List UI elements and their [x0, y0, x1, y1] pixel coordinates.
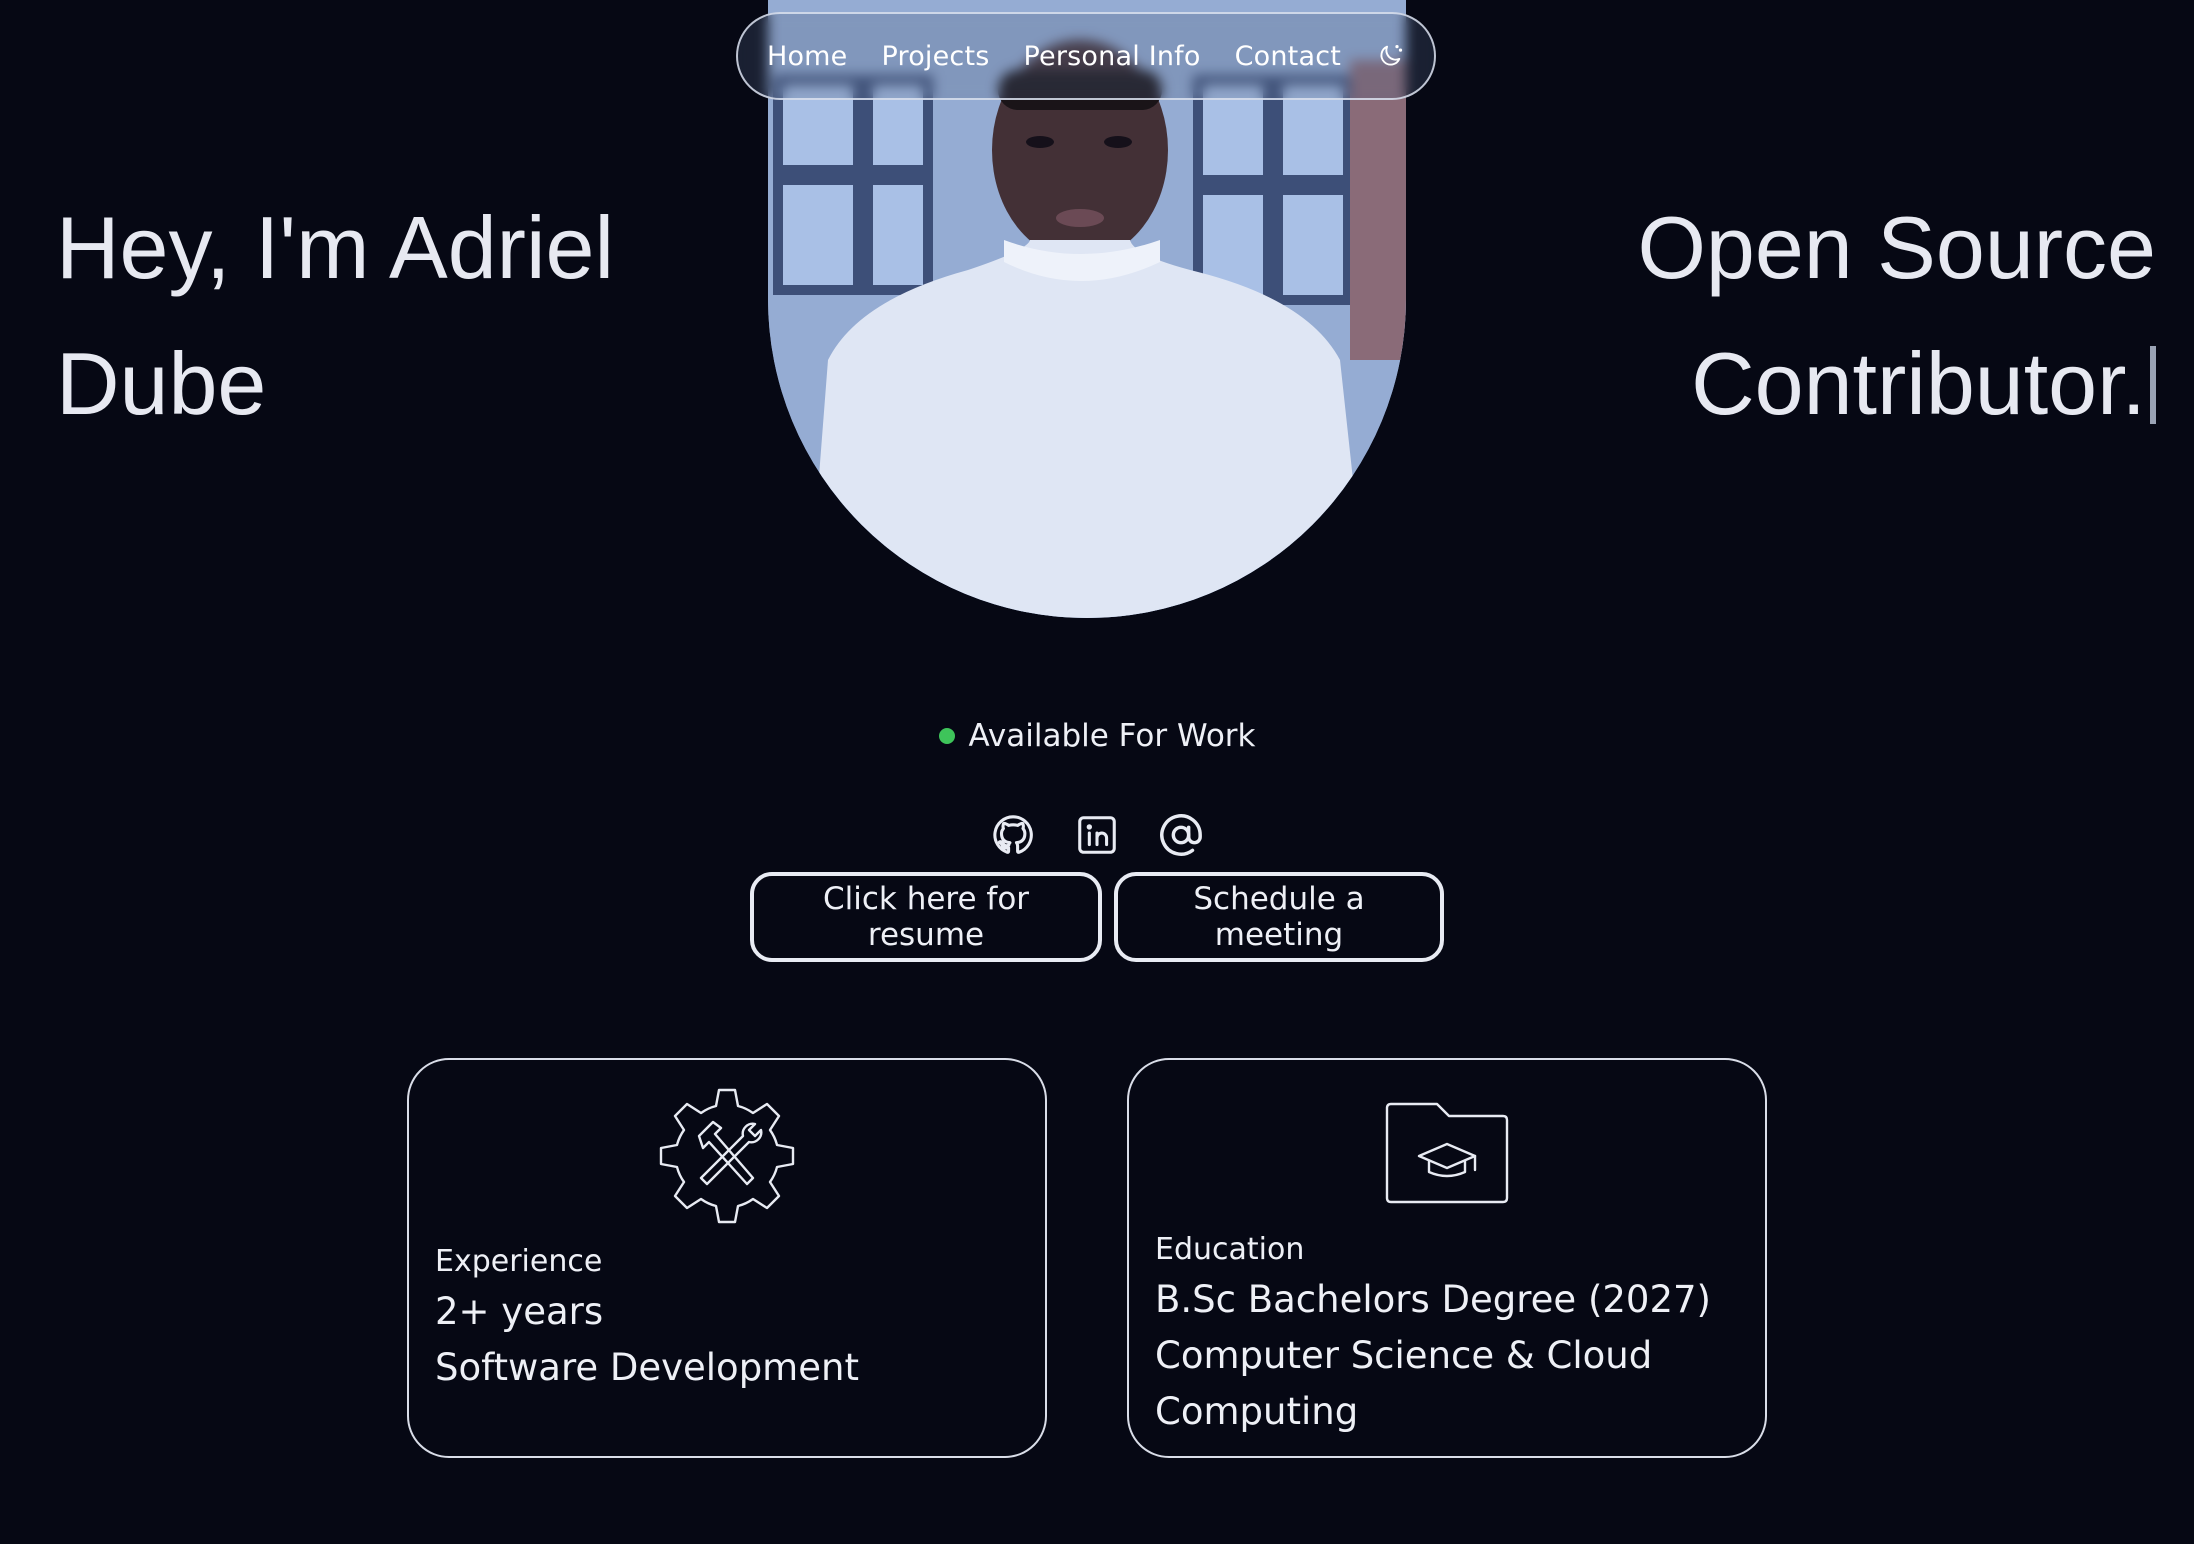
portfolio-page: Home Projects Personal Info Contact Hey,… — [0, 0, 2194, 1544]
graduation-folder-icon — [1383, 1100, 1511, 1206]
experience-label: Experience — [435, 1244, 603, 1279]
nav-home-link[interactable]: Home — [767, 41, 848, 72]
hero-role-line1: Open Source — [1637, 198, 2156, 297]
nav-contact-link[interactable]: Contact — [1235, 41, 1341, 72]
education-field-line2: Computing — [1155, 1390, 1359, 1433]
action-buttons: Click here for resume Schedule a meeting — [0, 872, 2194, 962]
hero-role-line2: Contributor. — [1691, 334, 2146, 433]
email-at-icon[interactable] — [1158, 812, 1204, 858]
education-label: Education — [1155, 1232, 1305, 1267]
social-links — [0, 812, 2194, 858]
experience-years: 2+ years — [435, 1290, 604, 1333]
education-details: Education B.Sc Bachelors Degree (2027) C… — [1155, 1228, 1739, 1440]
github-icon[interactable] — [990, 812, 1036, 858]
top-navigation: Home Projects Personal Info Contact — [736, 12, 1436, 100]
status-dot-icon — [938, 728, 955, 744]
hero-greeting: Hey, I'm Adriel Dube — [56, 180, 676, 452]
education-field-line1: Computer Science & Cloud — [1155, 1334, 1653, 1377]
typing-caret — [2150, 346, 2156, 424]
resume-button[interactable]: Click here for resume — [750, 872, 1102, 962]
schedule-meeting-button[interactable]: Schedule a meeting — [1114, 872, 1444, 962]
availability-status: Available For Work — [0, 718, 2194, 754]
hero-greeting-line1: Hey, I'm Adriel — [56, 198, 614, 297]
moon-icon[interactable] — [1375, 41, 1405, 71]
hero-greeting-line2: Dube — [56, 334, 267, 433]
availability-text: Available For Work — [968, 718, 1256, 754]
tools-gear-icon — [657, 1086, 797, 1226]
nav-personal-info-link[interactable]: Personal Info — [1024, 41, 1201, 72]
experience-field: Software Development — [435, 1346, 859, 1389]
education-degree: B.Sc Bachelors Degree (2027) — [1155, 1278, 1711, 1321]
linkedin-icon[interactable] — [1074, 812, 1120, 858]
experience-details: Experience 2+ years Software Development — [435, 1240, 1019, 1396]
experience-card: Experience 2+ years Software Development — [407, 1058, 1047, 1458]
education-card: Education B.Sc Bachelors Degree (2027) C… — [1127, 1058, 1767, 1458]
nav-projects-link[interactable]: Projects — [881, 41, 989, 72]
hero-role: Open Source Contributor. — [1536, 180, 2156, 452]
hero-role-line2-wrap: Contributor. — [1536, 316, 2156, 452]
